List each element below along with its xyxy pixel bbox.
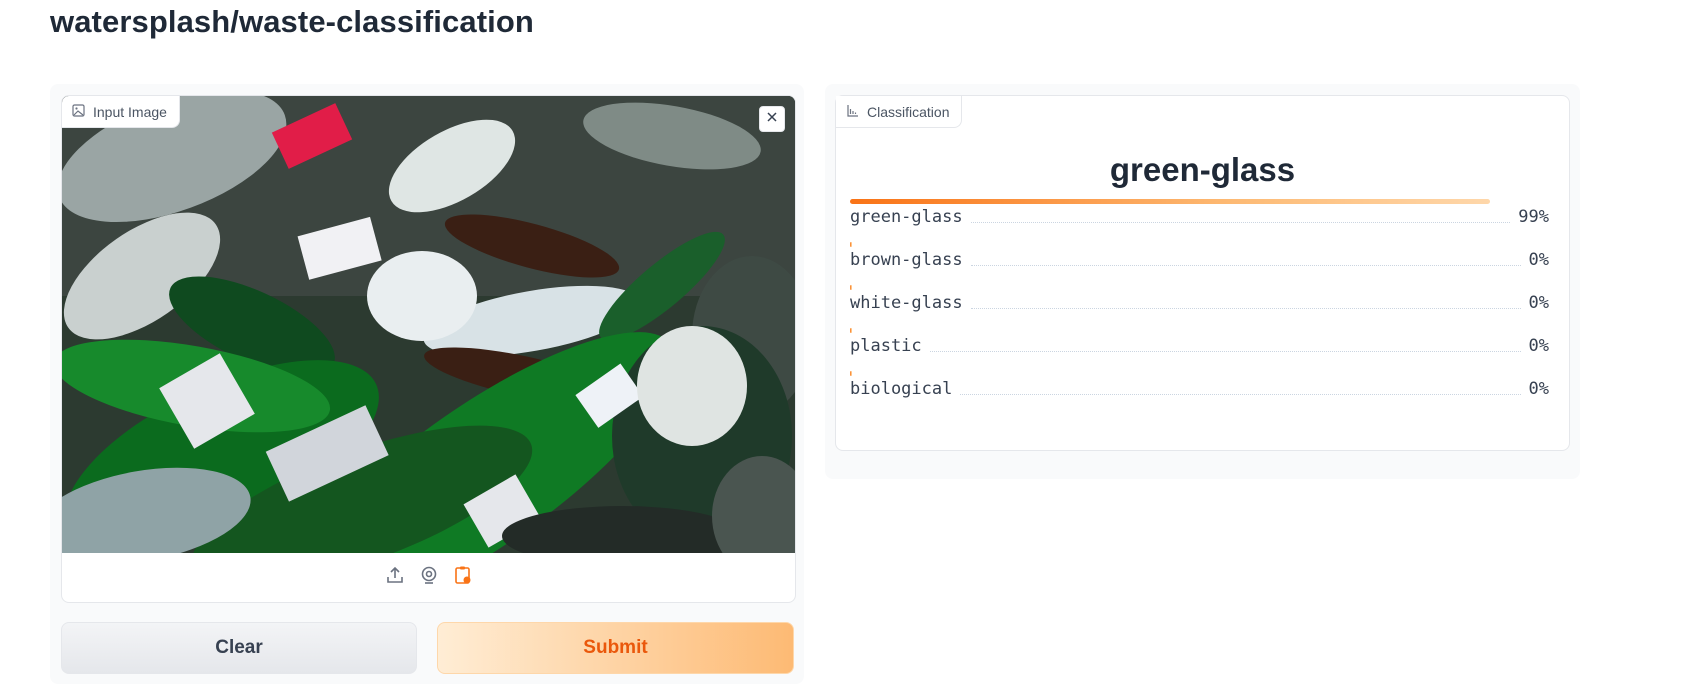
input-image-preview[interactable] bbox=[62, 96, 795, 553]
image-input-block[interactable]: Input Image bbox=[61, 95, 796, 603]
input-image-label-text: Input Image bbox=[93, 103, 167, 120]
image-icon bbox=[72, 103, 85, 120]
confidence-value: 0% bbox=[1528, 293, 1549, 313]
confidence-label: plastic bbox=[850, 336, 922, 356]
confidence-bar bbox=[850, 328, 852, 333]
confidence-text: brown-glass 0% bbox=[850, 250, 1549, 270]
webcam-button[interactable] bbox=[418, 565, 440, 590]
confidence-row: white-glass 0% bbox=[850, 285, 1549, 315]
confidence-label: green-glass bbox=[850, 207, 963, 227]
bar-chart-icon bbox=[846, 104, 859, 120]
classification-label: Classification bbox=[836, 96, 963, 128]
webcam-icon bbox=[419, 565, 439, 590]
confidence-bar bbox=[850, 285, 852, 290]
confidence-leader bbox=[929, 351, 1521, 352]
confidence-text: green-glass 99% bbox=[850, 207, 1549, 227]
confidence-bar bbox=[850, 242, 852, 247]
confidence-bar bbox=[850, 371, 852, 376]
classification-label-text: Classification bbox=[867, 103, 950, 120]
top-class-label: green-glass bbox=[1109, 151, 1296, 188]
confidence-label: white-glass bbox=[850, 293, 963, 313]
clear-image-button[interactable] bbox=[759, 106, 785, 132]
confidence-value: 0% bbox=[1528, 336, 1549, 356]
confidence-text: plastic 0% bbox=[850, 336, 1549, 356]
bottles-photo bbox=[62, 96, 795, 553]
confidence-row: brown-glass 0% bbox=[850, 242, 1549, 272]
confidence-row: green-glass 99% bbox=[850, 199, 1549, 229]
confidence-label: brown-glass bbox=[850, 250, 963, 270]
confidence-row: biological 0% bbox=[850, 371, 1549, 401]
upload-button[interactable] bbox=[384, 565, 406, 590]
clipboard-icon bbox=[453, 565, 473, 590]
upload-icon bbox=[385, 565, 405, 590]
input-image-label: Input Image bbox=[62, 96, 180, 128]
confidence-value: 0% bbox=[1528, 379, 1549, 399]
image-source-toolbar bbox=[62, 553, 795, 602]
clipboard-button[interactable] bbox=[452, 565, 474, 590]
confidence-value: 99% bbox=[1518, 207, 1549, 227]
confidence-leader bbox=[970, 265, 1521, 266]
classification-block: Classification green-glass green-glass 99… bbox=[835, 95, 1570, 451]
confidence-bar bbox=[850, 199, 1490, 204]
clear-button[interactable]: Clear bbox=[61, 622, 417, 674]
confidence-text: white-glass 0% bbox=[850, 293, 1549, 313]
submit-button[interactable]: Submit bbox=[437, 622, 794, 674]
page-title: watersplash/waste-classification bbox=[50, 4, 534, 39]
confidence-leader bbox=[960, 394, 1521, 395]
confidence-leader bbox=[970, 222, 1511, 223]
confidence-label: biological bbox=[850, 379, 953, 399]
confidence-leader bbox=[970, 308, 1521, 309]
confidence-text: biological 0% bbox=[850, 379, 1549, 399]
close-icon bbox=[766, 110, 778, 128]
confidence-value: 0% bbox=[1528, 250, 1549, 270]
confidence-row: plastic 0% bbox=[850, 328, 1549, 358]
